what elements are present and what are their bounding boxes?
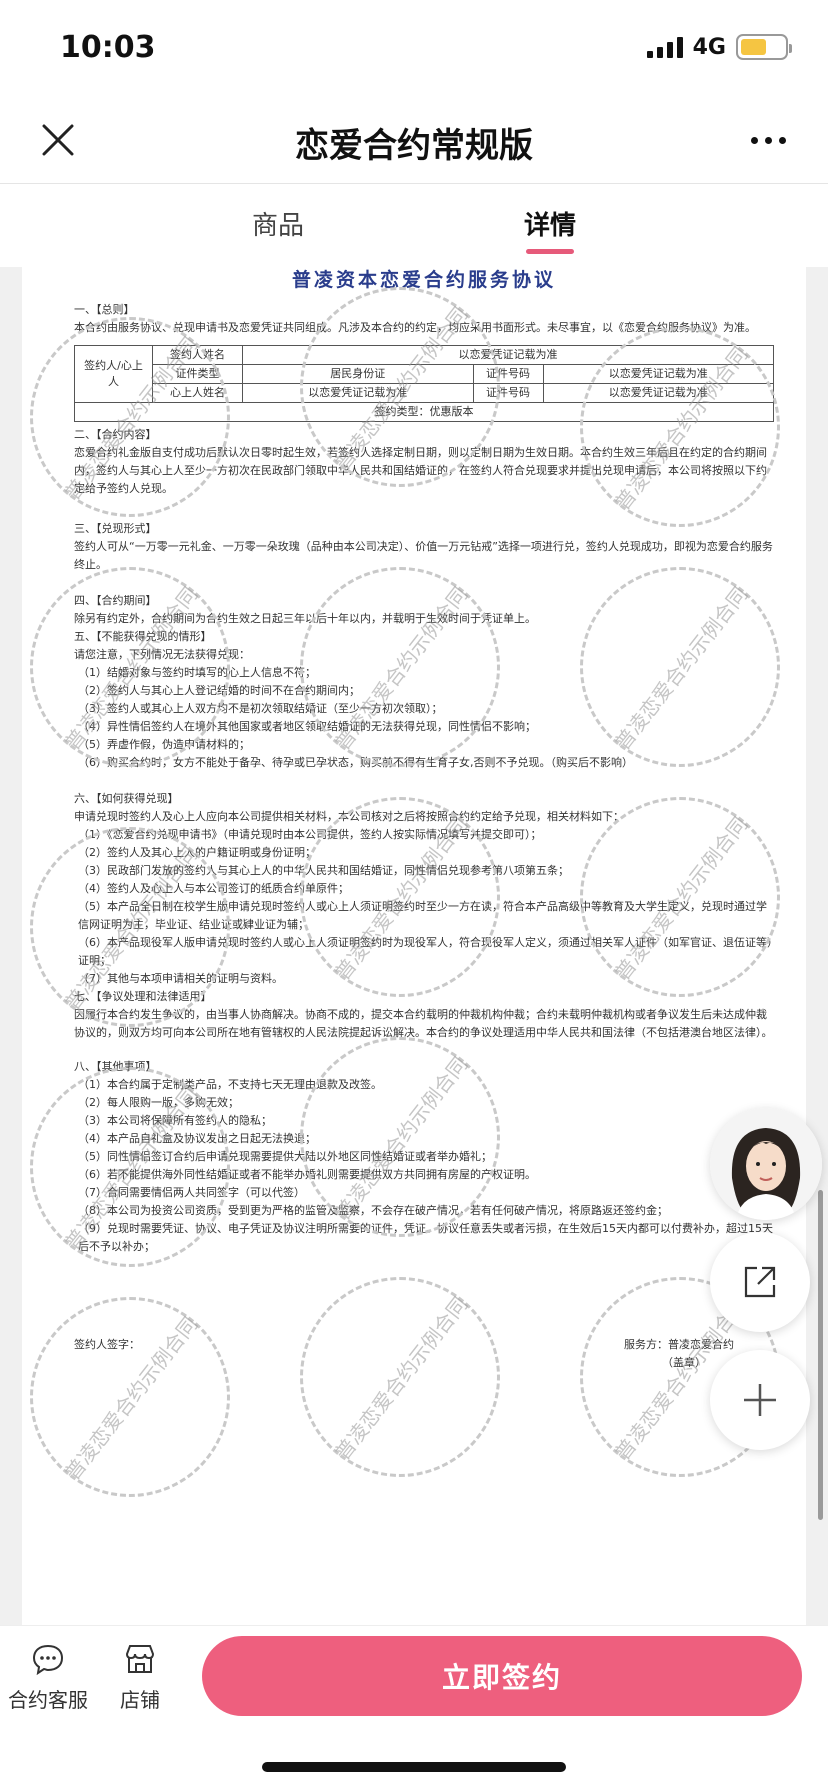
section-title: 六、【如何获得兑现】	[74, 792, 179, 805]
list-item: （7）其他与本项申请相关的证明与资料。	[78, 972, 283, 985]
list-item: （6）购买合约时，女方不能处于备孕、待孕或已孕状态，购买前不得有生育子女,否则不…	[78, 756, 633, 769]
page-title: 恋爱合约常规版	[295, 126, 533, 166]
nav-bar: 恋爱合约常规版	[0, 100, 828, 184]
battery-level	[741, 39, 767, 55]
list-item: （5）同性情侣签订合约后申请兑现需要提供大陆以外地区同性结婚证或者举办婚礼；	[78, 1150, 492, 1163]
list-item: （4）签约人及心上人与本公司签订的纸质合约单原件；	[78, 882, 349, 895]
tab-product[interactable]: 商品	[252, 185, 304, 267]
provider-label: 服务方：普凌恋爱合约	[624, 1338, 734, 1351]
network-label: 4G	[692, 34, 726, 60]
list-item: （4）本产品自礼盒及协议发出之日起无法换退；	[78, 1132, 316, 1145]
battery-icon	[736, 34, 792, 60]
list-item: （1）结婚对象与签约时填写的心上人信息不符；	[78, 666, 316, 679]
list-item: （3）签约人或其心上人双方均不是初次领取结婚证（至少一方初次领取）；	[78, 702, 443, 715]
chat-icon	[32, 1644, 64, 1676]
customer-service-label: 合约客服	[8, 1688, 88, 1712]
signature-row: 签约人签字： 服务方：普凌恋爱合约	[74, 1336, 774, 1354]
section-text: 签约人可从“一万零一元礼金、一万零一朵玫瑰（品种由本公司决定）、价值一万元钻戒”…	[74, 540, 773, 571]
share-icon[interactable]	[710, 1232, 810, 1332]
status-bar: 10:03 4G	[0, 0, 828, 100]
list-item: （1）《恋爱合约兑现申请书》（申请兑现时由本公司提供，签约人按实际情况填写并提交…	[78, 828, 542, 841]
list-item: （2）每人限购一版，多购无效；	[78, 1096, 239, 1109]
table-cell: 以恋爱凭证记载为准	[542, 383, 774, 403]
table-cell: 证件号码	[472, 364, 544, 384]
list-item: （6）若不能提供海外同性结婚证或者不能举办婚礼则需要提供双方共同拥有房屋的产权证…	[78, 1168, 536, 1181]
table-cell: 以恋爱凭证记载为准	[242, 345, 774, 365]
table-cell: 居民身份证	[242, 364, 474, 384]
list-item: （9）兑现时需要凭证、协议、电子凭证及协议注明所需要的证件，凭证、协议任意丢失或…	[78, 1222, 773, 1253]
section-title: 八、【其他事项】	[74, 1060, 157, 1073]
section-text: 因履行本合约发生争议的，由当事人协商解决。协商不成的，提交本合约载明的仲裁机构仲…	[74, 1008, 773, 1039]
section-text: 除另有约定外，合约期间为合约生效之日起三年以后十年以内，并载明于生效时间于凭证单…	[74, 612, 536, 625]
shop-icon	[125, 1645, 155, 1673]
table-cell: 以恋爱凭证记载为准	[542, 364, 774, 384]
list-item: （3）本公司将保障所有签约人的隐私；	[78, 1114, 272, 1127]
status-indicators: 4G	[646, 34, 792, 60]
list-item: （5）弄虚作假，伪造申请材料的；	[78, 738, 250, 751]
customer-service-avatar[interactable]	[710, 1108, 822, 1220]
sign-now-button[interactable]: 立即签约	[202, 1636, 802, 1716]
list-item: （2）签约人及其心上人的户籍证明或身份证明；	[78, 846, 316, 859]
signer-label: 签约人签字：	[74, 1338, 140, 1351]
more-icon[interactable]	[738, 118, 798, 162]
section-title: 四、【合约期间】	[74, 594, 157, 607]
section-title: 七、【争议处理和法律适用】	[74, 990, 212, 1003]
signal-icon	[646, 36, 683, 58]
tab-details[interactable]: 详情	[524, 185, 576, 267]
plus-icon[interactable]	[710, 1350, 810, 1450]
list-item: （2）签约人与其心上人登记结婚的时间不在合约期间内；	[78, 684, 360, 697]
section-text: 本合约由服务协议、兑现申请书及恋爱凭证共同组成。凡涉及本合约的约定，均应采用书面…	[74, 321, 756, 334]
section-title: 五、【不能获得兑现的情形】	[74, 630, 212, 643]
list-item: （1）本合约属于定制类产品，不支持七天无理由退款及改签。	[78, 1078, 382, 1091]
section-text: 恋爱合约礼金版自支付成功后默认次日零时起生效，若签约人选择定制日期，则以定制日期…	[74, 446, 767, 495]
status-time: 10:03	[60, 30, 156, 65]
list-item: （8）本公司为投资公司资质，受到更为严格的监管及监察，不会存在破产情况，若有任何…	[78, 1204, 668, 1217]
table-cell: 签约类型：优惠版本	[74, 402, 774, 422]
list-item: （6）本产品现役军人版申请兑现时签约人或心上人须证明签约时为现役军人，符合现役军…	[78, 936, 773, 967]
table-cell: 签约人姓名	[152, 345, 243, 365]
table-cell: 以恋爱凭证记载为准	[242, 383, 474, 403]
section-title: 三、【兑现形式】	[74, 522, 157, 535]
table-cell: 心上人姓名	[152, 383, 243, 403]
section-text: 申请兑现时签约人及心上人应向本公司提供相关材料，本公司核对之后将按照合约约定给予…	[74, 810, 624, 823]
list-item: （7）合同需要情侣两人共同签字（可以代签）	[78, 1186, 305, 1199]
document-title: 普凌资本恋爱合约服务协议	[291, 269, 556, 291]
customer-service-button[interactable]: 合约客服	[8, 1642, 88, 1713]
table-cell: 签约人/心上人	[74, 345, 153, 403]
section-text: 请您注意，下列情况无法获得兑现：	[74, 648, 250, 661]
list-item: （3）民政部门发放的签约人与其心上人的中华人民共和国结婚证，同性情侣兑现参考第八…	[78, 864, 569, 877]
contract-document: 普凌资本恋爱合约服务协议 一、【总则】 本合约由服务协议、兑现申请书及恋爱凭证共…	[22, 267, 806, 1625]
home-indicator[interactable]	[262, 1762, 566, 1772]
section-title: 二、【合约内容】	[74, 428, 157, 441]
table-cell: 证件类型	[152, 364, 243, 384]
document-viewer[interactable]: 普凌资本恋爱合约服务协议 一、【总则】 本合约由服务协议、兑现申请书及恋爱凭证共…	[0, 267, 828, 1625]
list-item: （5）本产品全日制在校学生版申请兑现时签约人或心上人须证明签约时至少一方在读，符…	[78, 900, 767, 931]
table-cell: 证件号码	[472, 383, 544, 403]
scrollbar-thumb[interactable]	[818, 1190, 823, 1520]
shop-label: 店铺	[120, 1688, 160, 1712]
shop-button[interactable]: 店铺	[120, 1642, 160, 1713]
list-item: （4）异性情侣签约人在境外其他国家或者地区领取结婚证的无法获得兑现，同性情侣不影…	[78, 720, 536, 733]
parties-table: 签约人/心上人 签约人姓名 以恋爱凭证记载为准 证件类型 居民身份证 证件号码 …	[74, 345, 774, 422]
tab-bar: 商品 详情	[0, 185, 828, 267]
stamp-label: （盖章）	[662, 1356, 706, 1369]
section-title: 一、【总则】	[74, 303, 135, 316]
